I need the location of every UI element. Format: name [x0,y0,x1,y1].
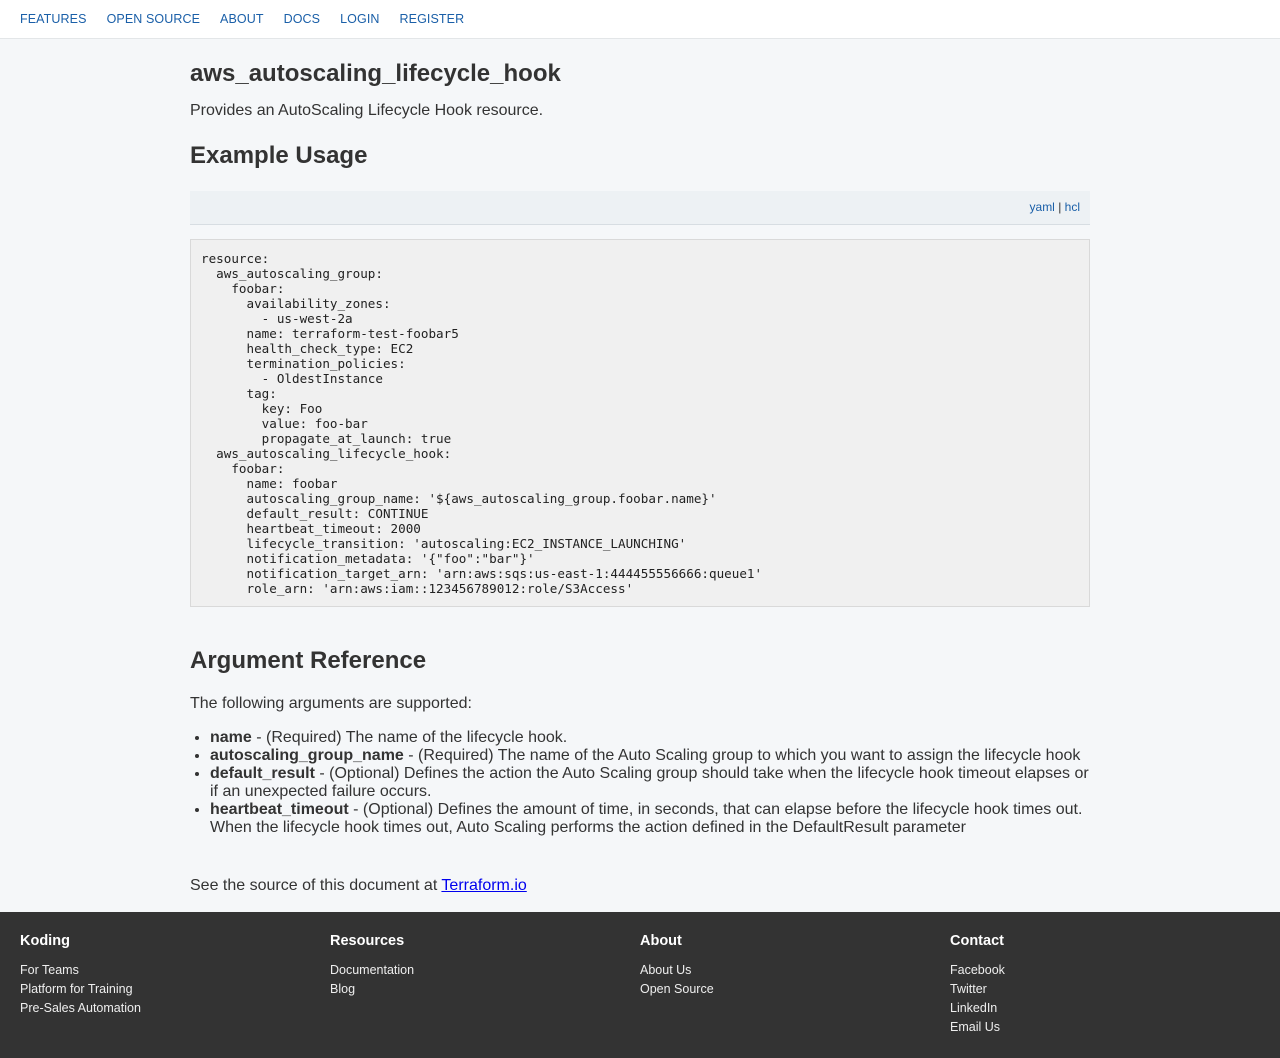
argument-desc: - (Required) The name of the lifecycle h… [251,729,568,746]
footer-heading: Koding [20,933,70,949]
tab-hcl[interactable]: hcl [1065,200,1080,214]
footer-link-platform-training[interactable]: Platform for Training [20,980,330,999]
footer-link-documentation[interactable]: Documentation [330,961,640,980]
footer-heading: Contact [950,933,1004,949]
argument-name: heartbeat_timeout [210,801,349,818]
footer-link-email[interactable]: Email Us [950,1018,1260,1037]
nav-register[interactable]: REGISTER [400,12,465,26]
source-note: See the source of this document at Terra… [190,877,1090,895]
argument-name: autoscaling_group_name [210,747,404,764]
list-item: autoscaling_group_name - (Required) The … [210,747,1090,765]
code-block: resource: aws_autoscaling_group: foobar:… [190,239,1090,607]
nav-docs[interactable]: DOCS [284,12,321,26]
list-item: default_result - (Optional) Defines the … [210,765,1090,801]
site-footer: Koding For Teams Platform for Training P… [0,912,1280,1058]
nav-features[interactable]: FEATURES [20,12,87,26]
tab-yaml[interactable]: yaml [1030,200,1055,214]
argument-desc: - (Optional) Defines the action the Auto… [210,765,1089,800]
footer-link-facebook[interactable]: Facebook [950,961,1260,980]
page-intro: Provides an AutoScaling Lifecycle Hook r… [190,102,544,119]
footer-link-blog[interactable]: Blog [330,980,640,999]
nav-open-source[interactable]: OPEN SOURCE [107,12,200,26]
top-nav: FEATURES OPEN SOURCE ABOUT DOCS LOGIN RE… [0,0,1280,39]
argument-name: name [210,729,252,746]
nav-login[interactable]: LOGIN [340,12,379,26]
code-format-tabs: yaml | hcl [190,191,1090,225]
source-prefix: See the source of this document at [190,877,442,894]
arguments-intro: The following arguments are supported: [190,695,472,712]
argument-name: default_result [210,765,315,782]
argument-reference-heading: Argument Reference [190,647,427,674]
footer-col-contact: Contact Facebook Twitter LinkedIn Email … [950,933,1260,1058]
nav-about[interactable]: ABOUT [220,12,264,26]
footer-link-for-teams[interactable]: For Teams [20,961,330,980]
example-usage-heading: Example Usage [190,142,368,169]
footer-heading: About [640,933,682,949]
footer-link-open-source[interactable]: Open Source [640,980,950,999]
footer-col-resources: Resources Documentation Blog [330,933,640,1058]
footer-link-twitter[interactable]: Twitter [950,980,1260,999]
list-item: heartbeat_timeout - (Optional) Defines t… [210,801,1090,837]
footer-link-linkedin[interactable]: LinkedIn [950,999,1260,1018]
footer-link-presales[interactable]: Pre-Sales Automation [20,999,330,1018]
arguments-list: name - (Required) The name of the lifecy… [190,729,1090,837]
footer-col-koding: Koding For Teams Platform for Training P… [20,933,330,1058]
footer-heading: Resources [330,933,405,949]
footer-col-about: About About Us Open Source [640,933,950,1058]
terraform-link[interactable]: Terraform.io [441,877,526,894]
footer-link-about-us[interactable]: About Us [640,961,950,980]
page-title: aws_autoscaling_lifecycle_hook [190,60,561,87]
argument-desc: - (Required) The name of the Auto Scalin… [403,747,1081,764]
tab-separator: | [1054,200,1065,214]
list-item: name - (Required) The name of the lifecy… [210,729,1090,747]
doc-content: aws_autoscaling_lifecycle_hook Provides … [190,60,1090,895]
